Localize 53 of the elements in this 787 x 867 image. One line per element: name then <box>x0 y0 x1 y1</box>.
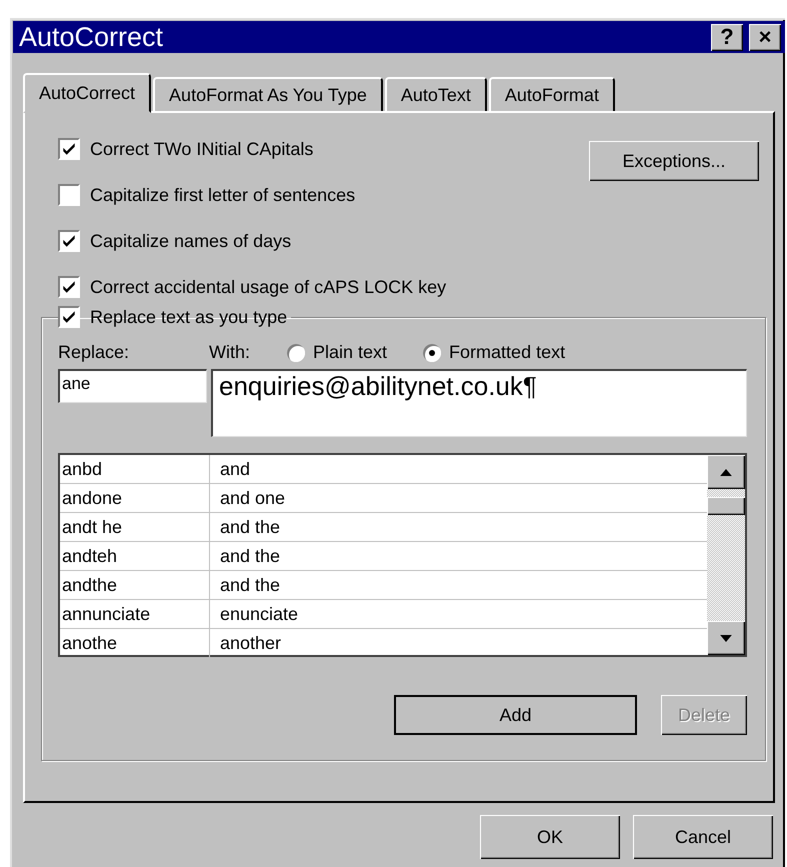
close-button[interactable]: × <box>749 24 781 50</box>
checkbox[interactable] <box>58 306 80 328</box>
tab[interactable]: AutoCorrect <box>23 73 152 113</box>
table-cell-text: and the <box>219 516 280 538</box>
table-cell: andone <box>60 484 210 512</box>
up-arrow-icon <box>720 468 732 476</box>
scroll-up-button[interactable] <box>707 455 745 489</box>
radio-button[interactable] <box>423 344 442 362</box>
table-cell: andt he <box>60 513 210 541</box>
checkbox[interactable] <box>58 184 80 206</box>
exceptions-button[interactable]: Exceptions... <box>589 141 759 181</box>
table-cell-text: another <box>219 632 282 654</box>
table-cell: annunciate <box>60 600 210 628</box>
checkmark-icon <box>61 141 77 157</box>
table-cell: anbd <box>60 455 210 483</box>
checkbox-label: Correct accidental usage of cAPS LOCK key <box>90 276 446 298</box>
table-cell-text: and <box>219 458 250 480</box>
checkbox[interactable] <box>58 276 80 298</box>
help-button[interactable]: ? <box>711 24 743 50</box>
ok-button[interactable]: OK <box>480 815 620 859</box>
table-cell-text: and the <box>219 574 280 596</box>
window-title: AutoCorrect <box>19 22 164 52</box>
radio-label: Formatted text <box>449 342 566 363</box>
with-field[interactable]: enquiries@abilitynet.co.uk¶ <box>211 369 747 437</box>
add-button[interactable]: Add <box>394 695 637 735</box>
scrollbar[interactable] <box>707 455 745 655</box>
checkbox-label: Correct TWo INitial CApitals <box>90 138 314 160</box>
replace-field[interactable]: ane <box>58 369 207 403</box>
tab[interactable]: AutoText <box>384 77 487 111</box>
tab[interactable]: AutoFormat As You Type <box>153 77 383 111</box>
checkmark-icon <box>61 233 77 249</box>
tab[interactable]: AutoFormat <box>488 77 615 111</box>
scroll-down-button[interactable] <box>707 621 745 655</box>
table-cell-text: and one <box>219 488 286 508</box>
table-cell: andthe <box>60 571 210 599</box>
checkmark-icon <box>61 279 77 295</box>
table-cell-text: enunciate <box>219 604 298 624</box>
table-cell: andteh <box>60 542 210 570</box>
scroll-thumb[interactable] <box>707 497 745 515</box>
checkbox[interactable] <box>58 138 80 160</box>
checkbox-label: Capitalize names of days <box>90 230 292 252</box>
radio-button[interactable] <box>287 344 305 362</box>
down-arrow-icon <box>720 634 732 642</box>
table-cell: anothe <box>60 629 210 657</box>
cancel-button[interactable]: Cancel <box>633 815 773 859</box>
checkbox-label: Replace text as you type <box>90 306 288 328</box>
replace-label: Replace: <box>58 342 130 363</box>
radio-label: Plain text <box>313 342 388 363</box>
checkbox-label: Capitalize first letter of sentences <box>90 184 356 206</box>
checkbox[interactable] <box>58 230 80 252</box>
with-label: With: <box>209 342 252 363</box>
table-cell-text: and the <box>219 546 280 566</box>
checkmark-icon <box>61 309 77 325</box>
